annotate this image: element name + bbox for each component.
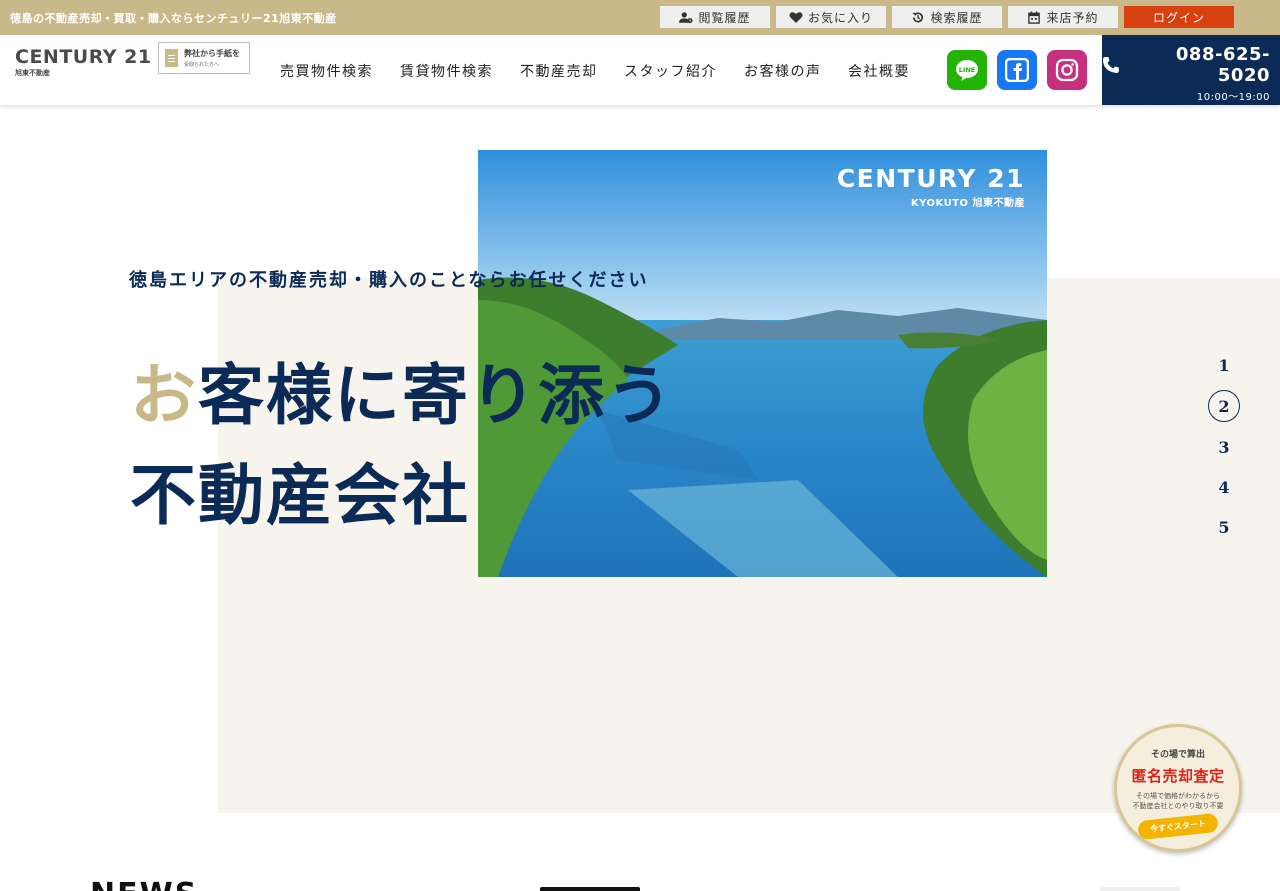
- favorites-button[interactable]: お気に入り: [776, 6, 886, 28]
- nav-company[interactable]: 会社概要: [848, 61, 910, 80]
- anonymous-appraisal-badge[interactable]: その場で算出 匿名売却査定 その場で価格がわかるから 不動産会社とのやり取り不要…: [1114, 724, 1242, 852]
- banner-line2: 受取られた方へ: [184, 62, 220, 68]
- watermark-main: CENTURY 21: [836, 164, 1025, 193]
- slide-pager-2[interactable]: 2: [1208, 390, 1240, 422]
- favorites-label: お気に入り: [807, 10, 873, 25]
- nav-buy-search[interactable]: 売買物件検索: [280, 61, 373, 80]
- appraisal-desc-line2: 不動産会社とのやり取り不要: [1132, 802, 1224, 810]
- nav-rent-search[interactable]: 賃貸物件検索: [400, 61, 493, 80]
- visit-reservation-button[interactable]: 来店予約: [1008, 6, 1118, 28]
- slide-pager-4[interactable]: 4: [1208, 471, 1240, 503]
- nav-staff[interactable]: スタッフ紹介: [624, 61, 717, 80]
- appraisal-desc-line1: その場で価格がわかるから: [1136, 792, 1220, 800]
- svg-text:LINE: LINE: [959, 66, 975, 74]
- watermark-sub: KYOKUTO 旭東不動産: [910, 198, 1025, 209]
- banner-line1: 弊社から手紙を: [184, 49, 240, 58]
- section-card-peek: [1100, 887, 1180, 891]
- visit-reservation-label: 来店予約: [1046, 10, 1099, 25]
- logo-subtext: 旭東不動産: [15, 69, 50, 77]
- search-history-label: 検索履歴: [930, 10, 983, 25]
- image-watermark-logo: CENTURY 21 KYOKUTO 旭東不動産: [837, 164, 1025, 209]
- logo-text: CENTURY 21: [15, 46, 152, 68]
- appraisal-start-button[interactable]: 今すぐスタート: [1137, 812, 1219, 841]
- top-bar: 徳島の不動産売却・買取・購入ならセンチュリー21旭東不動産 閲覧履歴 お気に入り…: [0, 0, 1280, 35]
- history-icon: [912, 11, 924, 22]
- hero-title-line2: 不動産会社: [130, 456, 470, 534]
- nav-sell[interactable]: 不動産売却: [520, 61, 598, 80]
- line-button[interactable]: LINE: [947, 50, 987, 90]
- page: 徳島の不動産売却・買取・購入ならセンチュリー21旭東不動産 閲覧履歴 お気に入り…: [0, 0, 1280, 891]
- facebook-icon: [1005, 58, 1029, 82]
- hero-title-accent: お: [130, 356, 198, 434]
- appraisal-top-text: その場で算出: [1150, 750, 1205, 760]
- site-header: CENTURY 21 旭東不動産 弊社から手紙を 受取られた方へ 売買物件検索 …: [0, 35, 1280, 121]
- login-button[interactable]: ログイン: [1124, 6, 1234, 28]
- site-tagline: 徳島の不動産売却・買取・購入ならセンチュリー21旭東不動産: [10, 12, 337, 25]
- hero-subtitle: 徳島エリアの不動産売却・購入のことならお任せください: [129, 270, 649, 291]
- line-icon: LINE: [956, 60, 978, 81]
- view-history-button[interactable]: 閲覧履歴: [660, 6, 770, 28]
- slide-pager-3[interactable]: 3: [1208, 431, 1240, 463]
- business-hours: 10:00〜19:00: [1196, 92, 1270, 103]
- nav-testimonials[interactable]: お客様の声: [744, 61, 822, 80]
- section-tab-peek[interactable]: [540, 887, 640, 891]
- slide-pager-5[interactable]: 5: [1208, 511, 1240, 543]
- news-heading: NEWS: [90, 880, 198, 891]
- heart-icon: [789, 11, 803, 23]
- site-logo[interactable]: CENTURY 21 旭東不動産: [15, 47, 152, 78]
- letter-recipients-banner[interactable]: 弊社から手紙を 受取られた方へ: [158, 42, 250, 74]
- slide-pager-1[interactable]: 1: [1208, 349, 1240, 381]
- calendar-icon: [1028, 10, 1041, 24]
- user-history-icon: [679, 11, 694, 23]
- facebook-button[interactable]: [997, 50, 1037, 90]
- appraisal-title: 匿名売却査定: [1131, 767, 1225, 785]
- hero-title-line1: 客様に寄り添う: [198, 356, 674, 434]
- closed-days: 第二・第四火曜日、水曜日: [1144, 110, 1270, 121]
- instagram-button[interactable]: [1047, 50, 1087, 90]
- document-icon: [165, 49, 178, 67]
- phone-contact[interactable]: 088-625-5020 10:00〜19:00 第二・第四火曜日、水曜日: [1102, 35, 1280, 121]
- phone-number: 088-625-5020: [1175, 44, 1270, 86]
- view-history-label: 閲覧履歴: [698, 10, 751, 25]
- hero-title: お客様に寄り添う 不動産会社: [130, 345, 674, 545]
- phone-icon: [1102, 57, 1119, 73]
- instagram-icon: [1055, 58, 1079, 82]
- search-history-button[interactable]: 検索履歴: [892, 6, 1002, 28]
